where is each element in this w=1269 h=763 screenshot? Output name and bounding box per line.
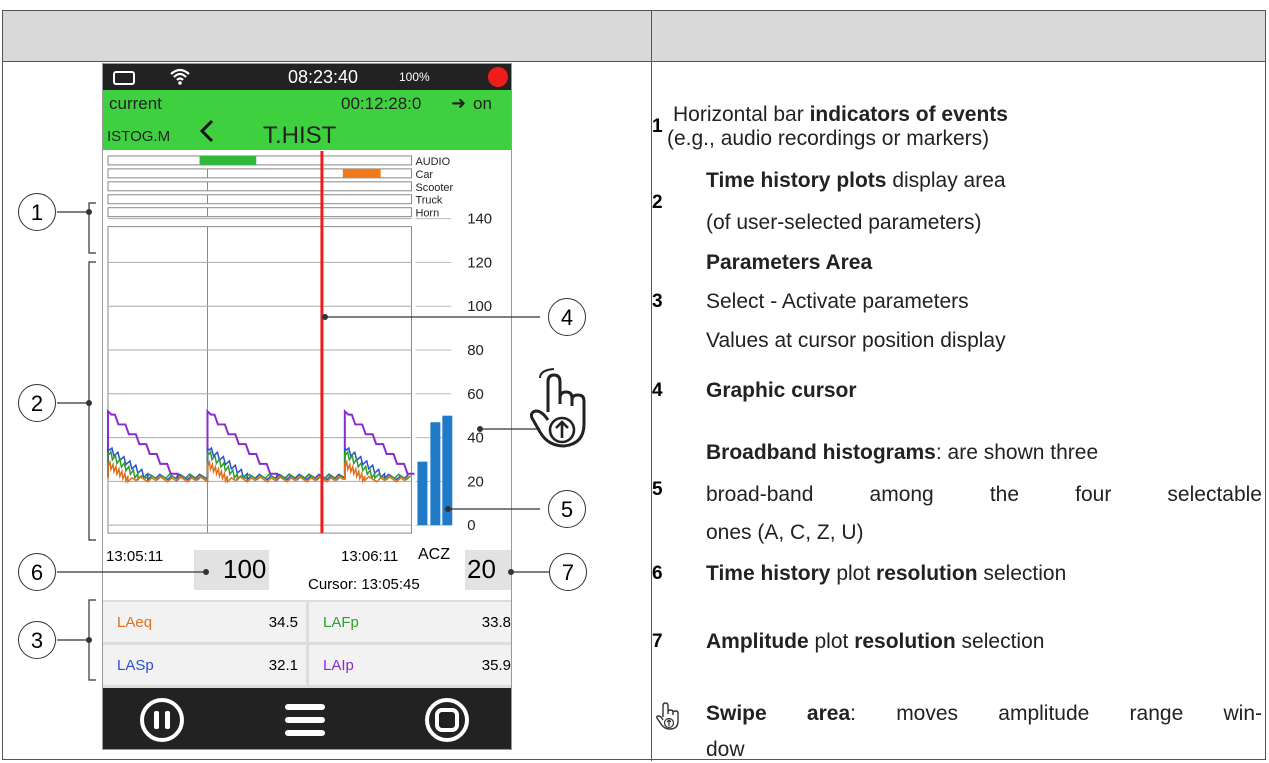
swipe-bold: Swipe area bbox=[706, 702, 851, 725]
callout-7: 7 bbox=[549, 553, 587, 591]
item-5-number: 5 bbox=[652, 479, 663, 500]
item-3-line-2: Values at cursor position display bbox=[706, 329, 1006, 352]
item-1-bold: indicators of events bbox=[809, 103, 1008, 126]
item-4-text: Graphic cursor bbox=[706, 378, 857, 404]
item-5-line-1: broad-band among the four selectable bbox=[706, 483, 1262, 506]
item-7-number: 7 bbox=[652, 631, 663, 652]
item-5-head-text: : are shown three bbox=[935, 441, 1099, 464]
item-2-line-1: Time history plots display area bbox=[706, 168, 1006, 194]
item-4-bold: Graphic cursor bbox=[706, 379, 857, 402]
item-4-number: 4 bbox=[652, 380, 663, 401]
item-3-number: 3 bbox=[652, 291, 663, 312]
item-3-bold: Parameters Area bbox=[706, 251, 873, 274]
item-7-text-1: plot bbox=[808, 630, 855, 653]
item-1-text: Horizontal bar bbox=[673, 103, 810, 126]
item-6-number: 6 bbox=[652, 563, 663, 584]
item-3-line-1: Select - Activate parameters bbox=[706, 290, 969, 313]
item-1-line-1: Horizontal bar indicators of events bbox=[673, 102, 1008, 128]
item-7-bold-2: resolution bbox=[854, 630, 956, 653]
swipe-line-2: dow bbox=[706, 738, 745, 761]
callout-4: 4 bbox=[548, 298, 586, 336]
item-6-text-2: selection bbox=[977, 562, 1067, 585]
item-2-text: display area bbox=[886, 169, 1006, 192]
item-7-text-2: selection bbox=[955, 630, 1045, 653]
item-7-text: Amplitude plot resolution selection bbox=[706, 629, 1044, 655]
item-2-bold: Time history plots bbox=[706, 169, 887, 192]
item-1-number: 1 bbox=[652, 116, 663, 137]
callout-6: 6 bbox=[18, 553, 56, 591]
item-6-bold-1: Time history bbox=[706, 562, 831, 585]
callout-2: 2 bbox=[18, 384, 56, 422]
item-7-bold-1: Amplitude bbox=[706, 630, 809, 653]
item-2-line-2: (of user-selected parameters) bbox=[706, 211, 982, 234]
callout-leaders bbox=[57, 202, 549, 681]
item-1-line-2: (e.g., audio recordings or markers) bbox=[667, 127, 990, 150]
item-6-text: Time history plot resolution selection bbox=[706, 561, 1066, 587]
swipe-small-hand-icon bbox=[656, 702, 679, 730]
callout-1: 1 bbox=[18, 193, 56, 231]
item-5-heading: Broadband histograms: are shown three bbox=[706, 440, 1098, 466]
callout-3: 3 bbox=[18, 621, 56, 659]
swipe-text: : moves amplitude range win- bbox=[850, 702, 1262, 725]
item-5-line-2: ones (A, C, Z, U) bbox=[706, 521, 864, 544]
item-5-bold: Broadband histograms bbox=[706, 441, 936, 464]
item-2-number: 2 bbox=[652, 192, 663, 213]
item-6-text-1: plot bbox=[830, 562, 877, 585]
callout-5: 5 bbox=[548, 490, 586, 528]
swipe-hand-icon bbox=[530, 368, 586, 448]
swipe-line-1: Swipe area: moves amplitude range win- bbox=[706, 701, 1262, 727]
item-3-heading: Parameters Area bbox=[706, 250, 872, 276]
item-6-bold-2: resolution bbox=[876, 562, 978, 585]
